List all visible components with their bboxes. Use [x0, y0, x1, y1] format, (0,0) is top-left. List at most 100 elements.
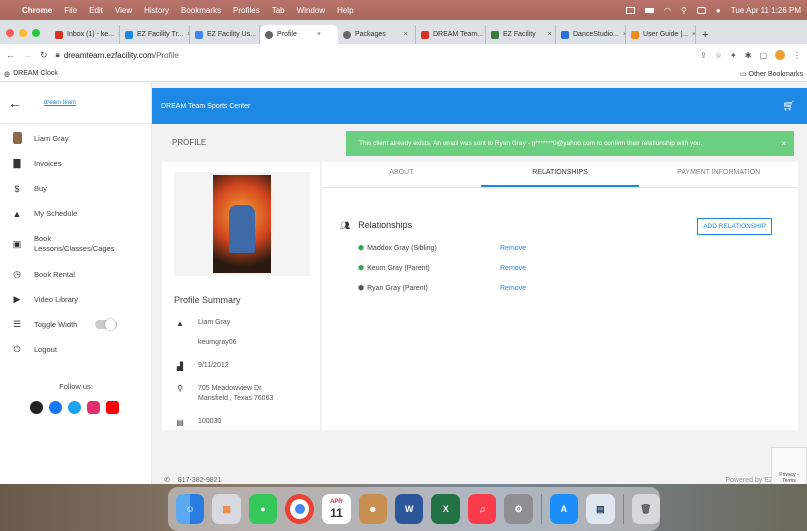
- tab-about[interactable]: ABOUT: [322, 162, 481, 187]
- brand-logo[interactable]: dream team: [44, 100, 76, 106]
- sidebar-item-buy[interactable]: $ Buy: [0, 176, 151, 201]
- menu-edit[interactable]: Edit: [89, 6, 103, 15]
- recaptcha-badge[interactable]: Privacy - Terms: [771, 447, 807, 487]
- screen-icon[interactable]: [626, 6, 636, 14]
- url-path: /Profile: [153, 50, 179, 60]
- menu-bookmarks[interactable]: Bookmarks: [181, 6, 221, 15]
- menu-history[interactable]: History: [144, 6, 169, 15]
- tab-label: User Guide |...: [643, 31, 689, 38]
- more-icon[interactable]: ⋮: [793, 51, 801, 60]
- reload-icon[interactable]: ↻: [40, 50, 48, 61]
- facebook-icon[interactable]: [49, 401, 62, 414]
- sidebar-item-label: Video Library: [34, 295, 79, 304]
- messages-icon[interactable]: ●: [248, 494, 278, 524]
- word-icon[interactable]: W: [395, 494, 424, 524]
- relationships-heading-label: Relationships: [358, 220, 413, 230]
- back-arrow-icon[interactable]: ←: [8, 95, 22, 111]
- sidebar-item-invoices[interactable]: ▇ Invoices: [0, 151, 151, 176]
- gmail-icon: [55, 30, 63, 39]
- browser-tab[interactable]: DanceStudio...×: [556, 25, 626, 44]
- browser-tab[interactable]: User Guide |... ×: [626, 25, 696, 44]
- profile-photo[interactable]: [174, 172, 310, 276]
- sidepanel-icon[interactable]: ▢: [759, 51, 767, 60]
- forward-icon[interactable]: →: [23, 50, 32, 60]
- menu-chrome[interactable]: Chrome: [22, 6, 52, 15]
- tab-relationships[interactable]: RELATIONSHIPS: [480, 162, 640, 187]
- close-tab-icon[interactable]: ×: [404, 31, 408, 38]
- address-line2: Mansfield , Texas 76063: [198, 395, 274, 402]
- browser-tab-active[interactable]: Profile ×: [260, 25, 338, 44]
- launchpad-icon[interactable]: ▦: [212, 494, 241, 524]
- lock-icon[interactable]: 🔒︎: [56, 50, 60, 60]
- back-icon[interactable]: ←: [6, 50, 15, 60]
- other-bookmarks[interactable]: ▭ Other Bookmarks: [740, 70, 803, 78]
- system-settings-icon[interactable]: ⚙: [504, 494, 533, 524]
- sidebar-item-book-lessons[interactable]: ▣ Book Lessons/Classes/Cages: [0, 226, 151, 262]
- finder-icon[interactable]: ☺: [176, 494, 205, 524]
- menubar-clock[interactable]: Tue Apr 11 1:26 PM: [731, 6, 801, 15]
- url-input[interactable]: 🔒︎ dreamteam.ezfacility.com/Profile: [56, 47, 701, 63]
- battery-icon[interactable]: [645, 7, 655, 13]
- remove-link[interactable]: Remove: [500, 265, 526, 272]
- browser-tab[interactable]: EZ Facility Us...×: [190, 25, 260, 44]
- footer-phone[interactable]: 817-382-9821: [178, 477, 222, 484]
- cart-icon[interactable]: 🛒︎: [782, 101, 795, 112]
- menu-file[interactable]: File: [64, 6, 77, 15]
- siri-icon[interactable]: ●: [716, 6, 721, 15]
- close-window-button[interactable]: [6, 29, 14, 37]
- twitter-icon[interactable]: [68, 401, 81, 414]
- trash-icon[interactable]: 🗑︎: [631, 494, 660, 524]
- browser-tab[interactable]: EZ Facility ×: [486, 25, 556, 44]
- calendar-app-icon[interactable]: APR 11: [322, 494, 351, 524]
- menu-view[interactable]: View: [115, 6, 132, 15]
- close-alert-icon[interactable]: ×: [781, 139, 786, 148]
- excel-icon[interactable]: X: [431, 494, 460, 524]
- browser-tab[interactable]: EZ Facility Tr...×: [120, 25, 190, 44]
- profile-name-row: ▲ Liam Gray: [174, 319, 230, 328]
- share-icon[interactable]: ⇪: [700, 51, 707, 60]
- sidebar-item-book-rental[interactable]: ◷ Book Rental: [0, 262, 151, 287]
- control-center-icon[interactable]: [696, 6, 706, 14]
- remove-link[interactable]: Remove: [500, 245, 526, 252]
- toggle-width-switch[interactable]: [95, 319, 118, 330]
- browser-tab[interactable]: Inbox (1) - ke...×: [50, 25, 120, 44]
- instagram-icon[interactable]: [87, 401, 100, 414]
- menu-tab[interactable]: Tab: [272, 6, 285, 15]
- sidebar-item-logout[interactable]: ⏻ Logout: [0, 337, 151, 362]
- sidebar-item-schedule[interactable]: ▲ My Schedule: [0, 201, 151, 226]
- puzzle-icon[interactable]: ✱: [745, 51, 752, 60]
- app-store-icon[interactable]: A: [549, 494, 579, 524]
- wifi-icon[interactable]: ◠: [664, 6, 671, 15]
- group-icon: 👥︎: [340, 220, 351, 230]
- chrome-icon[interactable]: [285, 494, 315, 524]
- menu-profiles[interactable]: Profiles: [233, 6, 260, 15]
- close-tab-icon[interactable]: ×: [317, 31, 321, 38]
- sidebar-item-toggle-width[interactable]: ☰ Toggle Width: [0, 312, 151, 337]
- menu-window[interactable]: Window: [297, 6, 325, 15]
- menubar-status: ◠ ⚲ ● Tue Apr 11 1:26 PM: [626, 0, 801, 20]
- menu-help[interactable]: Help: [337, 6, 353, 15]
- youtube-icon[interactable]: [106, 401, 119, 414]
- tab-payment-information[interactable]: PAYMENT INFORMATION: [639, 162, 798, 187]
- close-tab-icon[interactable]: ×: [548, 31, 552, 38]
- minimize-window-button[interactable]: [19, 29, 27, 37]
- browser-tab[interactable]: DREAM Team...×: [416, 25, 486, 44]
- preview-icon[interactable]: ▤: [586, 494, 615, 524]
- maximize-window-button[interactable]: [32, 29, 40, 37]
- social-other-icon[interactable]: [30, 401, 43, 414]
- browser-tab[interactable]: Packages ×: [338, 25, 416, 44]
- sidebar-item-profile[interactable]: Liam Gray: [0, 126, 151, 151]
- contacts-icon[interactable]: ☻: [358, 494, 388, 524]
- remove-link[interactable]: Remove: [500, 285, 526, 292]
- extension-icon[interactable]: ✦: [730, 51, 737, 60]
- search-icon[interactable]: ⚲: [681, 6, 687, 15]
- bookmark-star-icon[interactable]: ☆: [715, 51, 722, 60]
- profile-avatar-icon[interactable]: [775, 50, 785, 60]
- new-tab-button[interactable]: +: [702, 25, 708, 44]
- bookmark-dream-clock[interactable]: DREAM Clock: [13, 70, 58, 77]
- sidebar-item-video-library[interactable]: ▶ Video Library: [0, 287, 151, 312]
- add-relationship-button[interactable]: ADD RELATIONSHIP: [697, 218, 772, 235]
- close-tab-icon[interactable]: ×: [692, 31, 695, 38]
- relationship-name: Maddox Gray (Sibling): [367, 244, 437, 252]
- music-icon[interactable]: ♫: [467, 494, 497, 524]
